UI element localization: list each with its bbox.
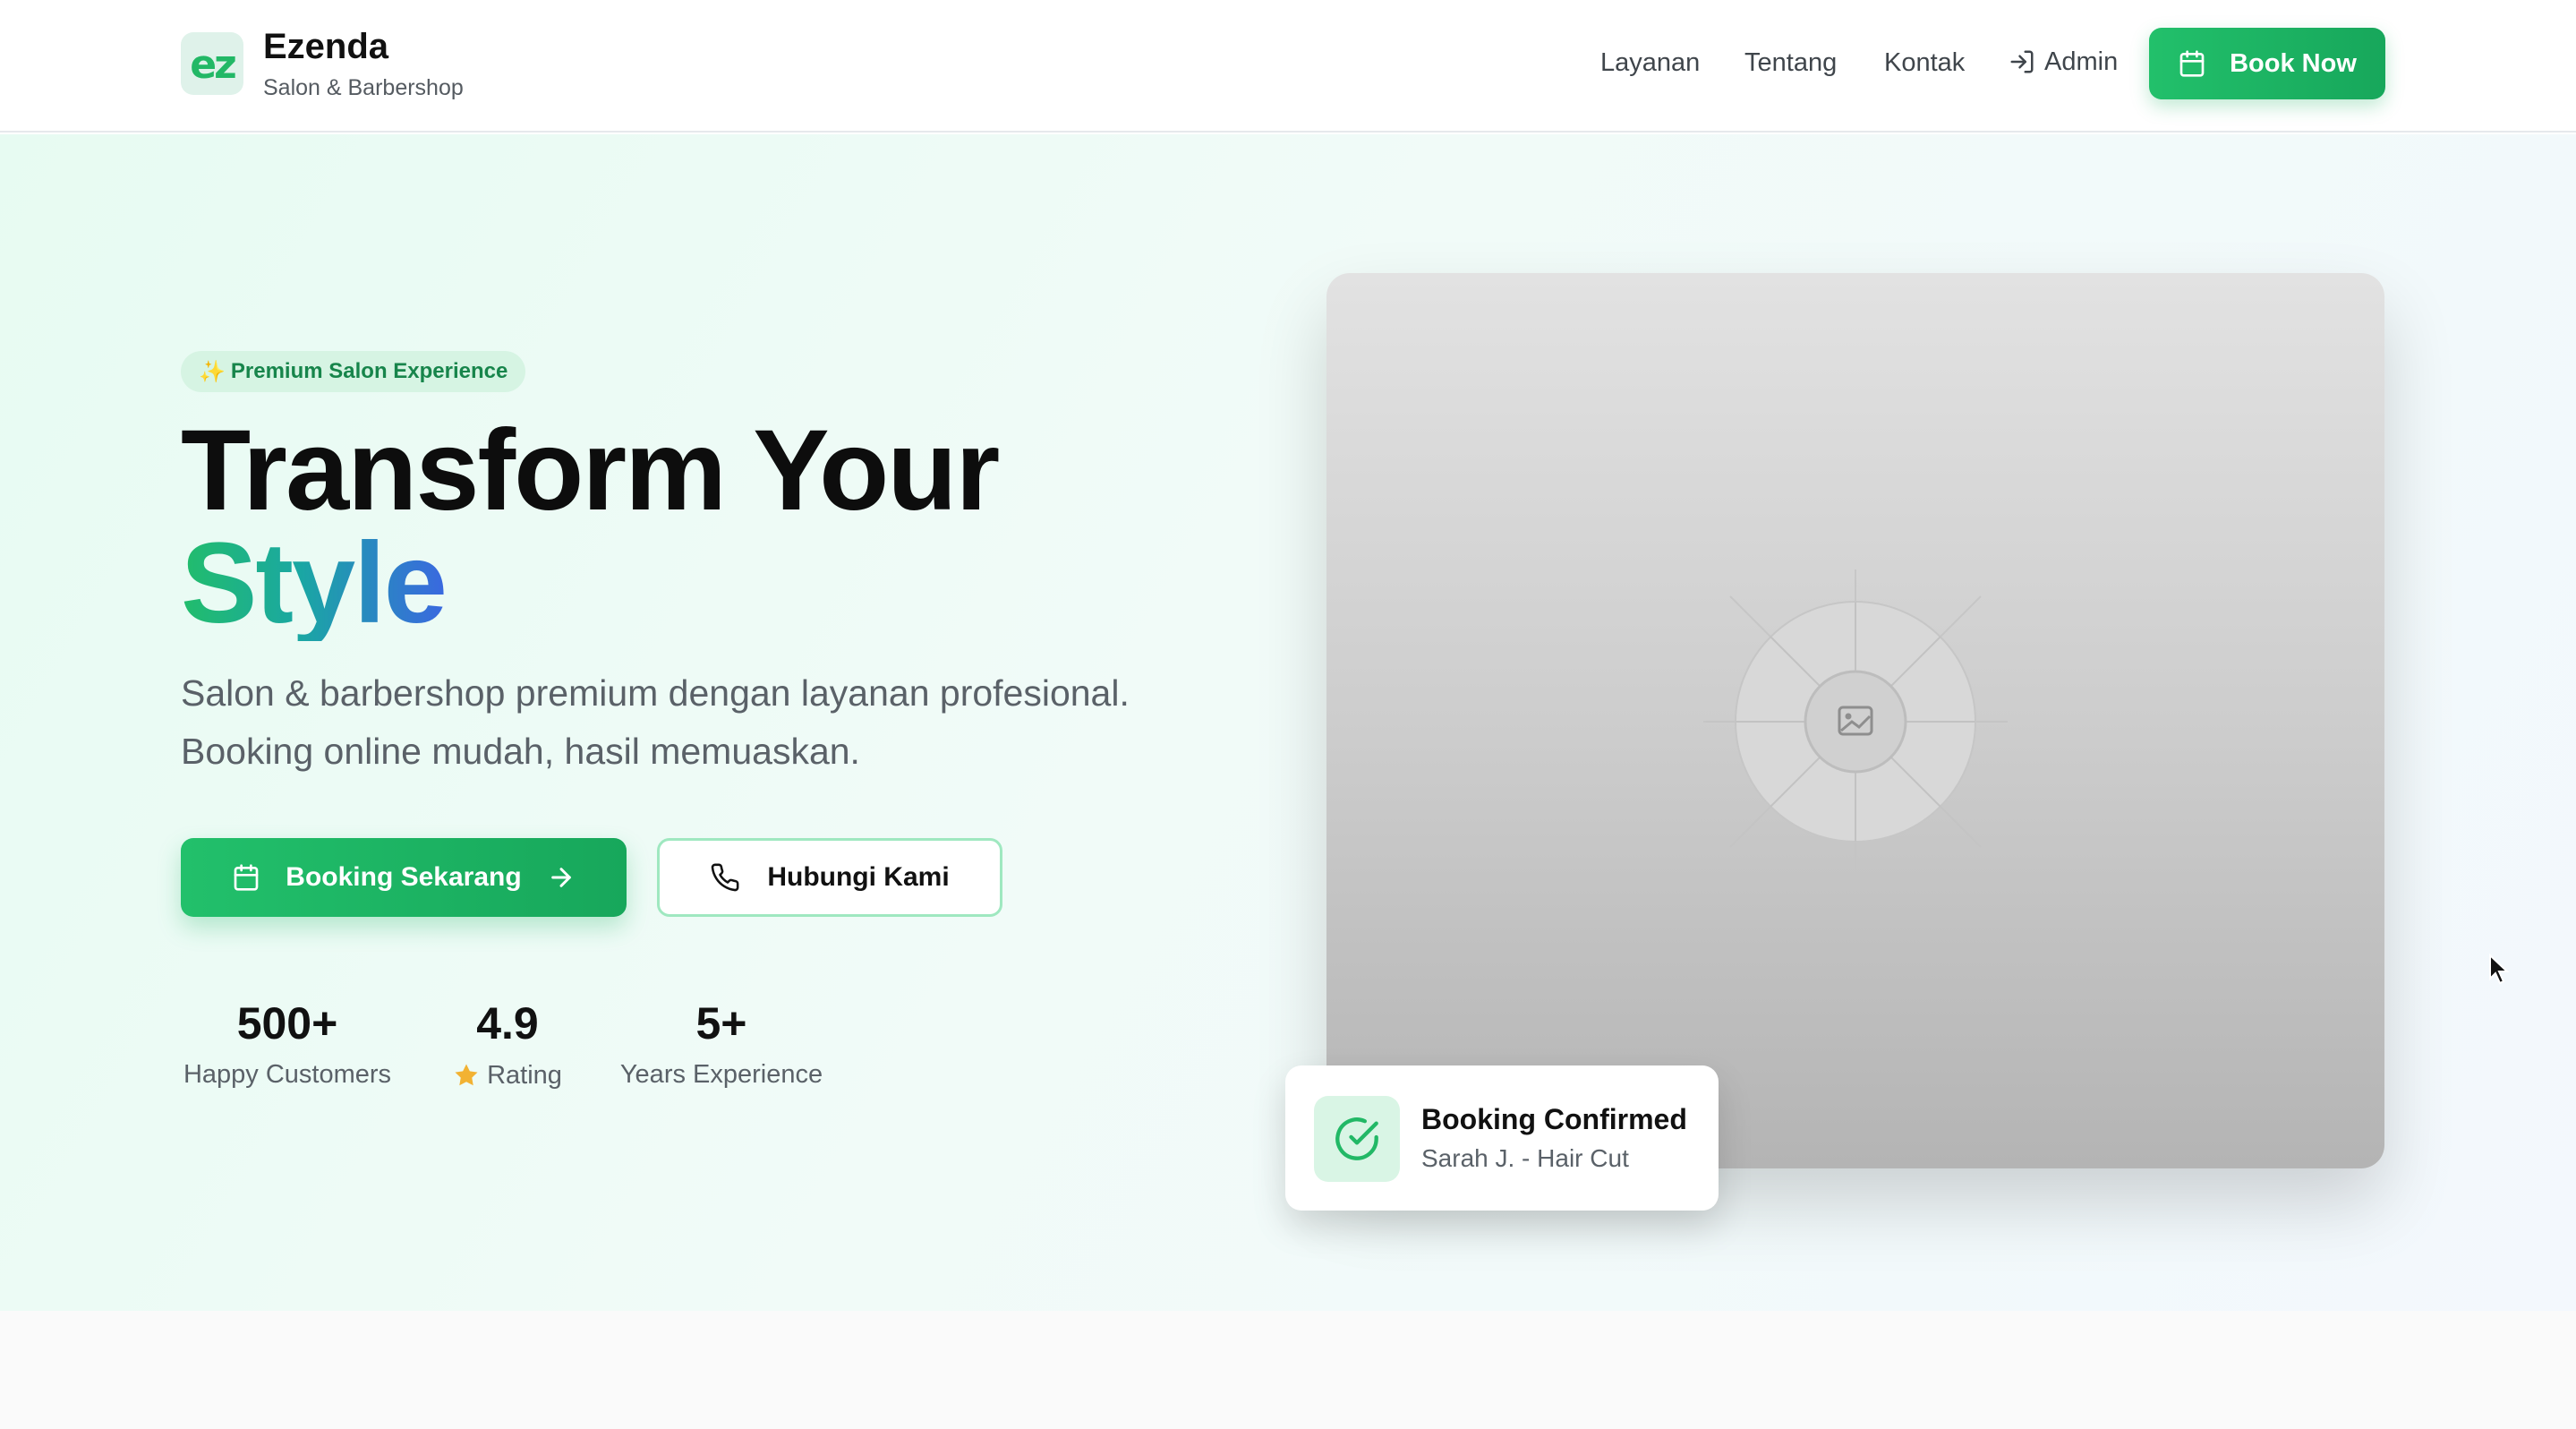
hero-description-line1: Salon & barbershop premium dengan layana… (181, 672, 1130, 714)
image-placeholder-icon (1703, 569, 2008, 874)
stat-rating: 4.9 Rating (449, 1001, 566, 1089)
confirm-subtitle: Sarah J. - Hair Cut (1421, 1144, 1629, 1172)
stat-value: 4.9 (476, 998, 539, 1048)
book-now-label: Book Now (2230, 48, 2357, 78)
phone-icon (712, 863, 739, 892)
hero-image (1326, 273, 2384, 1168)
booking-sekarang-label: Booking Sekarang (286, 862, 522, 892)
nav-admin-label: Admin (2044, 47, 2119, 76)
brand-logo[interactable]: ez (181, 32, 243, 95)
badge-text: Premium Salon Experience (230, 359, 508, 383)
hubungi-kami-button[interactable]: Hubungi Kami (657, 838, 1002, 917)
hero-headline-line2: Style (181, 519, 448, 647)
nav-link-tentang[interactable]: Tentang (1744, 50, 1837, 76)
logo-text: ez (190, 42, 236, 88)
hubungi-kami-label: Hubungi Kami (767, 862, 950, 892)
page: ez Ezenda Salon & Barbershop Layanan Ten… (0, 0, 2576, 1429)
mouse-cursor-icon (2489, 954, 2510, 985)
calendar-icon (234, 864, 259, 891)
stat-happy-customers: 500+ Happy Customers (181, 1001, 394, 1088)
check-circle-icon (1335, 1117, 1378, 1160)
stat-label: Happy Customers (181, 1062, 394, 1088)
nav-link-kontak[interactable]: Kontak (1884, 50, 1965, 76)
arrow-right-icon (550, 868, 571, 887)
stat-label: Rating (449, 1062, 566, 1089)
hero-description-line2: Booking online mudah, hasil memuaskan. (181, 731, 860, 772)
next-section (0, 1311, 2576, 1429)
star-icon (455, 1064, 478, 1086)
confirm-icon-wrap (1314, 1096, 1400, 1182)
brand-name[interactable]: Ezenda (263, 29, 388, 64)
stat-value: 500+ (236, 998, 338, 1048)
login-icon (2010, 50, 2034, 73)
stat-label: Years Experience (618, 1062, 825, 1088)
calendar-icon (2179, 50, 2205, 77)
premium-badge: ✨ Premium Salon Experience (181, 351, 526, 392)
sparkle-icon: ✨ (199, 359, 226, 384)
booking-sekarang-button[interactable]: Booking Sekarang (181, 838, 627, 917)
site-header: ez Ezenda Salon & Barbershop Layanan Ten… (0, 0, 2576, 133)
nav-link-admin[interactable]: Admin (2009, 48, 2118, 75)
stat-label-text: Happy Customers (183, 1060, 392, 1089)
brand-tagline: Salon & Barbershop (263, 75, 464, 100)
stat-label-text: Years Experience (619, 1060, 823, 1089)
book-now-button[interactable]: Book Now (2149, 28, 2385, 99)
stat-years-experience: 5+ Years Experience (618, 1001, 825, 1088)
nav-link-layanan[interactable]: Layanan (1600, 50, 1700, 76)
stat-label-text: Rating (487, 1060, 562, 1090)
booking-confirmed-card: Booking Confirmed Sarah J. - Hair Cut (1285, 1065, 1719, 1211)
hero-description: Salon & barbershop premium dengan layana… (181, 664, 1255, 781)
stat-value: 5+ (695, 998, 747, 1048)
hero-headline-line1: Transform Your (181, 406, 1000, 535)
confirm-title: Booking Confirmed (1421, 1103, 1687, 1135)
